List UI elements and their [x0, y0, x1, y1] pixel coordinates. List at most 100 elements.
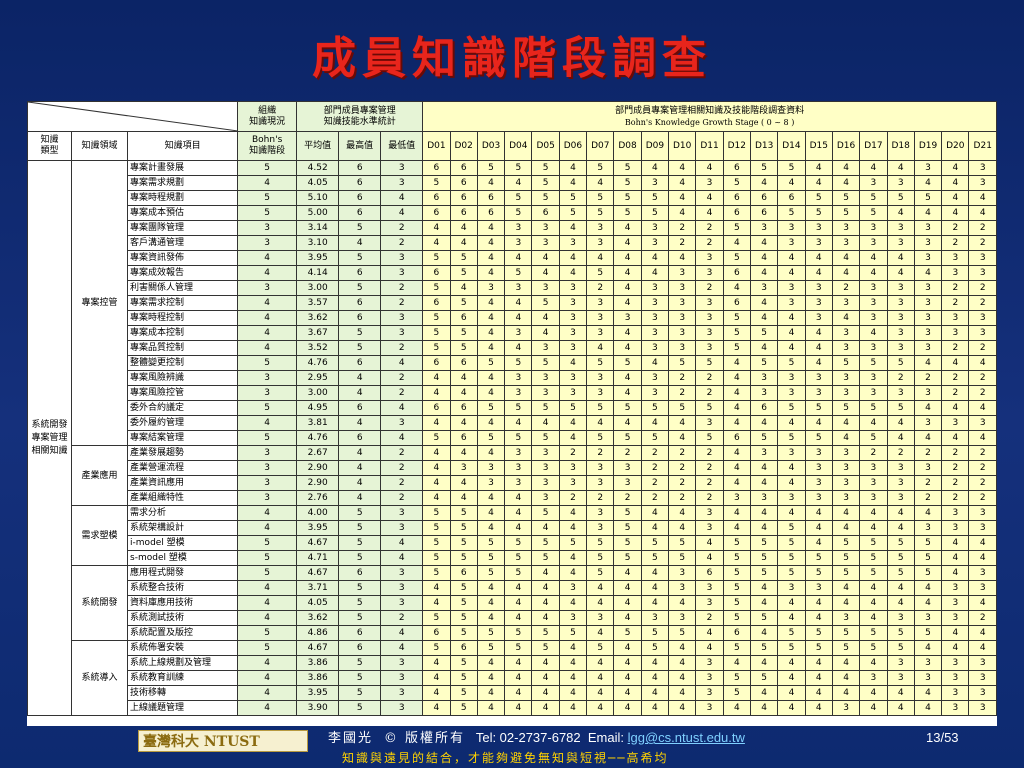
member-score-cell: 4 [668, 685, 697, 701]
member-score-cell: 4 [886, 205, 915, 221]
member-score-cell: 3 [476, 460, 506, 476]
member-score-cell: 3 [831, 445, 861, 461]
member-score-cell: 3 [586, 235, 615, 251]
member-score-cell: 3 [886, 325, 915, 341]
member-score-cell: 5 [722, 175, 751, 191]
member-score-cell: 4 [476, 520, 506, 536]
bohn-stage-cell: 3 [237, 280, 298, 296]
email-link[interactable]: lgg@cs.ntust.edu.tw [628, 730, 745, 745]
bohn-stage-cell: 4 [237, 295, 298, 311]
member-score-cell: 2 [968, 460, 997, 476]
member-score-cell: 4 [695, 160, 724, 176]
member-score-cell: 3 [968, 160, 997, 176]
member-score-cell: 4 [859, 250, 888, 266]
member-score-cell: 3 [695, 295, 724, 311]
col-bohn-stage: Bohn's 知識階段 [237, 131, 298, 161]
member-score-cell: 4 [668, 205, 697, 221]
member-score-cell: 3 [531, 370, 560, 386]
member-score-cell: 4 [531, 610, 560, 626]
max-cell: 4 [338, 490, 382, 506]
table-row: 產業營運流程 3 2.90 4 2 4 3 3 3 3 3 3 3 2 2 2 4 4 4 3 3 3 3 3 2 2 [28, 460, 997, 476]
average-cell: 4.71 [296, 550, 340, 566]
member-score-cell: 4 [941, 430, 970, 446]
knowledge-item-cell: 需求分析 [127, 505, 239, 521]
member-score-cell: 5 [504, 400, 533, 416]
member-score-cell: 3 [913, 610, 943, 626]
average-cell: 4.67 [296, 535, 340, 551]
knowledge-domain-cell: 需求塑模 [71, 505, 129, 566]
member-score-cell: 3 [941, 325, 970, 341]
member-score-cell: 3 [777, 280, 806, 296]
table-row: 專案結案管理 5 4.76 6 4 5 6 5 5 5 4 5 5 5 4 5 6 5 5 5 4 5 4 4 4 4 [28, 430, 997, 446]
member-score-cell: 4 [722, 235, 751, 251]
member-score-cell: 4 [804, 160, 833, 176]
member-score-cell: 4 [777, 340, 806, 356]
average-cell: 3.67 [296, 325, 340, 341]
bohn-stage-cell: 5 [237, 535, 298, 551]
member-score-cell: 5 [422, 640, 451, 656]
member-score-cell: 3 [558, 325, 588, 341]
member-score-cell: 4 [422, 655, 451, 671]
member-score-cell: 4 [668, 595, 697, 611]
member-score-cell: 5 [640, 640, 670, 656]
member-score-cell: 5 [831, 565, 861, 581]
member-score-cell: 4 [722, 520, 751, 536]
table-row: 系統整合技術 4 3.71 5 3 4 5 4 4 4 3 4 4 4 3 3 5 4 3 3 4 4 4 4 3 3 [28, 580, 997, 596]
member-score-cell: 5 [531, 625, 560, 641]
member-score-cell: 4 [613, 700, 642, 716]
member-score-cell: 3 [586, 370, 615, 386]
member-score-cell: 5 [586, 640, 615, 656]
knowledge-type-label: 系統開發 專案管理 相關知識 [31, 419, 68, 456]
member-score-cell: 2 [941, 475, 970, 491]
col-member-d08: D08 [613, 131, 642, 161]
member-score-cell: 4 [913, 355, 943, 371]
member-score-cell: 4 [613, 655, 642, 671]
member-score-cell: 4 [422, 415, 451, 431]
member-score-cell: 3 [886, 310, 915, 326]
member-score-cell: 6 [449, 190, 478, 206]
member-score-cell: 3 [831, 370, 861, 386]
member-score-cell: 2 [968, 340, 997, 356]
member-score-cell: 4 [913, 400, 943, 416]
member-score-cell: 3 [941, 415, 970, 431]
member-score-cell: 4 [558, 595, 588, 611]
col-min: 最低值 [380, 131, 424, 161]
max-cell: 4 [338, 445, 382, 461]
member-score-cell: 3 [804, 220, 833, 236]
member-score-cell: 3 [804, 235, 833, 251]
member-score-cell: 3 [558, 580, 588, 596]
member-score-cell: 4 [804, 655, 833, 671]
member-score-cell: 3 [668, 565, 697, 581]
member-score-cell: 3 [968, 520, 997, 536]
member-score-cell: 5 [668, 550, 697, 566]
member-score-cell: 5 [777, 160, 806, 176]
member-score-cell: 5 [722, 685, 751, 701]
knowledge-item-cell: 上線議題管理 [127, 700, 239, 716]
member-score-cell: 2 [831, 280, 861, 296]
member-score-cell: 4 [668, 670, 697, 686]
member-score-cell: 2 [968, 445, 997, 461]
member-score-cell: 4 [913, 685, 943, 701]
member-score-cell: 2 [695, 445, 724, 461]
member-score-cell: 5 [613, 550, 642, 566]
member-score-cell: 4 [449, 370, 478, 386]
member-score-cell: 5 [804, 430, 833, 446]
member-score-cell: 4 [804, 265, 833, 281]
member-score-cell: 3 [695, 250, 724, 266]
member-score-cell: 2 [695, 385, 724, 401]
member-score-cell: 5 [531, 190, 560, 206]
member-score-cell: 5 [613, 505, 642, 521]
member-score-cell: 5 [504, 265, 533, 281]
member-score-cell: 3 [913, 160, 943, 176]
knowledge-survey-table-container: 組織 知識現況 部門成員專案管理 知識技能水準統計 部門成員專案管理相關知識及技… [26, 101, 997, 726]
member-score-cell: 3 [859, 175, 888, 191]
max-cell: 5 [338, 550, 382, 566]
member-score-cell: 4 [476, 265, 506, 281]
member-score-cell: 4 [531, 700, 560, 716]
member-score-cell: 4 [831, 160, 861, 176]
member-score-cell: 5 [476, 430, 506, 446]
member-score-cell: 2 [913, 445, 943, 461]
member-score-cell: 4 [859, 520, 888, 536]
knowledge-item-cell: 資料庫應用技術 [127, 595, 239, 611]
member-score-cell: 5 [695, 430, 724, 446]
